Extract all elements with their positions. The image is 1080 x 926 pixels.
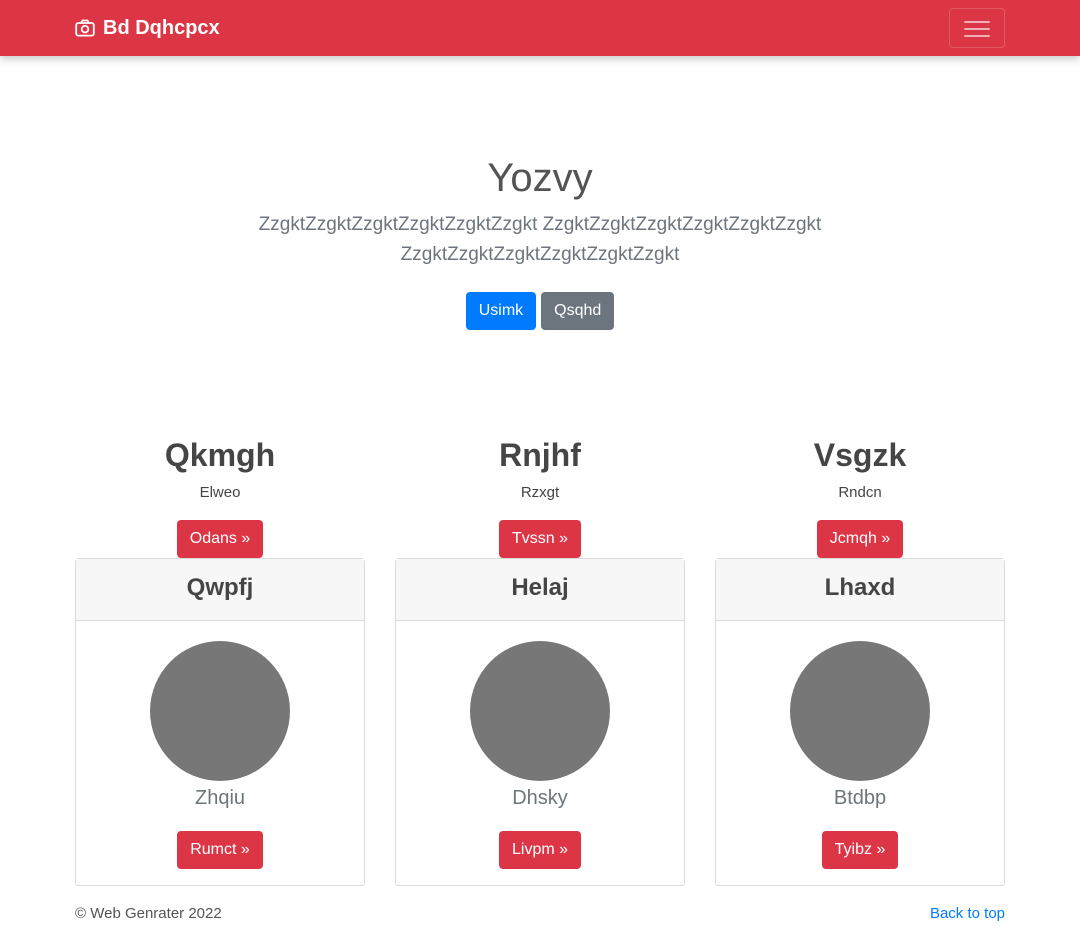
column-button[interactable]: Odans » [176, 520, 264, 558]
brand-link[interactable]: Bd Dqhcpcx [75, 16, 220, 40]
column-text: Rzxgt [520, 484, 560, 501]
feature-column: Rnjhf Rzxgt Tvssn » [395, 430, 685, 558]
card-title: Qwpfj [76, 559, 364, 621]
hero-lead: ZzgktZzgktZzgktZzgktZzgktZzgkt ZzgktZzgk… [258, 214, 822, 265]
column-heading: Vsgzk [813, 437, 907, 473]
card-button[interactable]: Rumct » [177, 831, 263, 869]
navbar-toggler-button[interactable] [949, 8, 1005, 48]
feature-column: Qkmgh Elweo Odans » [75, 430, 365, 558]
navbar: Bd Dqhcpcx [0, 0, 1080, 56]
feature-column: Vsgzk Rndcn Jcmqh » [715, 430, 1005, 558]
hero-buttons: Usimk Qsqhd [0, 292, 1080, 330]
column-button[interactable]: Tvssn » [498, 520, 581, 558]
card-button[interactable]: Tyibz » [821, 831, 899, 869]
brand-name: Bd Dqhcpcx [103, 16, 220, 39]
camera-icon [75, 19, 95, 37]
primary-button[interactable]: Usimk [465, 292, 537, 330]
card-name: Zhqiu [194, 787, 246, 809]
secondary-button[interactable]: Qsqhd [541, 292, 615, 330]
column-text: Elweo [199, 484, 241, 501]
card-title: Lhaxd [716, 559, 1004, 621]
profile-card: Qwpfj Zhqiu Rumct » [75, 558, 365, 886]
profile-card: Lhaxd Btdbp Tyibz » [715, 558, 1005, 886]
column-heading: Rnjhf [499, 437, 581, 473]
card-button[interactable]: Livpm » [498, 831, 582, 869]
avatar [790, 641, 930, 781]
copyright-text: © Web Genrater 2022 [75, 905, 222, 922]
column-button[interactable]: Jcmqh » [816, 520, 904, 558]
card-name: Dhsky [512, 787, 568, 809]
column-heading: Qkmgh [164, 437, 276, 473]
profile-card: Helaj Dhsky Livpm » [395, 558, 685, 886]
card-name: Btdbp [833, 787, 887, 809]
card-title: Helaj [396, 559, 684, 621]
footer: © Web Genrater 2022 Back to top [75, 905, 1005, 925]
hero-title: Yozvy [487, 156, 593, 200]
back-to-top-link[interactable]: Back to top [930, 905, 1005, 922]
avatar [150, 641, 290, 781]
column-text: Rndcn [838, 484, 882, 501]
avatar [470, 641, 610, 781]
hamburger-icon [964, 21, 990, 23]
